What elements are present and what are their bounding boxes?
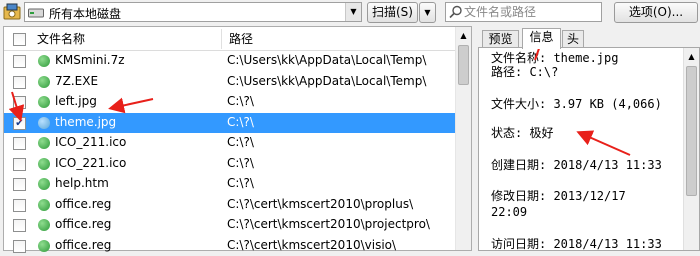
file-name: KMSmini.7z	[55, 53, 125, 67]
table-row[interactable]: ICO_211.ico C:\?\	[4, 133, 456, 154]
info-scrollbar[interactable]: ▲	[683, 48, 699, 250]
table-row[interactable]: office.reg C:\?\cert\kmscert2010\visio\	[4, 236, 456, 256]
table-row[interactable]: KMSmini.7z C:\Users\kk\AppData\Local\Tem…	[4, 51, 456, 72]
drive-icon	[28, 6, 44, 18]
green-circle-file-icon	[38, 219, 50, 231]
scan-dropdown-button[interactable]: ▼	[419, 2, 436, 23]
file-name: office.reg	[55, 197, 111, 211]
row-checkbox[interactable]	[13, 178, 26, 191]
info-path: 路径: C:\?	[491, 66, 558, 80]
scroll-up-arrow-icon[interactable]: ▲	[684, 48, 699, 65]
info-modified: 修改日期: 2013/12/17	[491, 190, 626, 204]
chevron-down-icon[interactable]: ▼	[345, 3, 361, 21]
table-row[interactable]: ICO_221.ico C:\?\	[4, 154, 456, 175]
scan-button[interactable]: 扫描(S)	[367, 2, 418, 23]
row-checkbox-checked[interactable]: ✔	[13, 117, 26, 130]
toolbar: 所有本地磁盘 ▼ 扫描(S) ▼ 选项(O)...	[0, 0, 700, 25]
tab-header[interactable]: 头	[562, 30, 584, 48]
file-path: C:\?\cert\kmscert2010\visio\	[227, 238, 396, 252]
green-circle-file-icon	[38, 158, 50, 170]
green-circle-file-icon	[38, 240, 50, 252]
row-checkbox[interactable]	[13, 76, 26, 89]
green-circle-file-icon	[38, 76, 50, 88]
file-name: theme.jpg	[55, 115, 116, 129]
tab-info[interactable]: 信息	[522, 28, 561, 49]
info-file-name: 文件名称: theme.jpg	[491, 52, 618, 66]
info-panel: 文件名称: theme.jpg 路径: C:\? 文件大小: 3.97 KB (…	[478, 47, 700, 251]
tab-preview[interactable]: 预览	[482, 30, 519, 48]
file-name: 7Z.EXE	[55, 74, 98, 88]
list-header: 文件名称 路径	[4, 27, 456, 51]
drive-select-value: 所有本地磁盘	[49, 5, 121, 22]
file-path: C:\Users\kk\AppData\Local\Temp\	[227, 74, 426, 88]
table-row[interactable]: office.reg C:\?\cert\kmscert2010\proplus…	[4, 195, 456, 216]
table-row[interactable]: office.reg C:\?\cert\kmscert2010\project…	[4, 215, 456, 236]
file-path: C:\?\	[227, 94, 254, 108]
file-list: 文件名称 路径 KMSmini.7z C:\Users\kk\AppData\L…	[3, 26, 472, 251]
row-checkbox[interactable]	[13, 55, 26, 68]
options-button[interactable]: 选项(O)...	[614, 2, 698, 23]
file-name: ICO_221.ico	[55, 156, 126, 170]
search-input[interactable]	[464, 4, 598, 20]
file-name: office.reg	[55, 217, 111, 231]
green-circle-file-icon	[38, 199, 50, 211]
file-path: C:\?\	[227, 115, 254, 129]
recovery-app-icon	[3, 3, 21, 20]
file-path: C:\?\cert\kmscert2010\projectpro\	[227, 217, 430, 231]
column-header-name[interactable]: 文件名称	[37, 27, 85, 51]
column-header-path[interactable]: 路径	[229, 27, 253, 51]
file-path: C:\Users\kk\AppData\Local\Temp\	[227, 53, 426, 67]
row-checkbox[interactable]	[13, 158, 26, 171]
table-row[interactable]: 7Z.EXE C:\Users\kk\AppData\Local\Temp\	[4, 72, 456, 93]
scroll-thumb[interactable]	[458, 45, 469, 85]
green-circle-file-icon	[38, 137, 50, 149]
file-name: office.reg	[55, 238, 111, 252]
table-row[interactable]: help.htm C:\?\	[4, 174, 456, 195]
list-scrollbar[interactable]: ▲	[455, 27, 471, 250]
file-name: ICO_211.ico	[55, 135, 126, 149]
green-circle-file-icon	[38, 55, 50, 67]
file-path: C:\?\cert\kmscert2010\proplus\	[227, 197, 413, 211]
select-all-checkbox[interactable]	[13, 33, 26, 46]
row-checkbox[interactable]	[13, 199, 26, 212]
table-row[interactable]: left.jpg C:\?\	[4, 92, 456, 113]
green-circle-file-icon	[38, 117, 50, 129]
file-name: left.jpg	[55, 94, 97, 108]
chevron-down-icon: ▼	[424, 8, 430, 17]
file-path: C:\?\	[227, 176, 254, 190]
row-checkbox[interactable]	[13, 96, 26, 109]
info-created: 创建日期: 2018/4/13 11:33	[491, 159, 662, 173]
scroll-up-arrow-icon[interactable]: ▲	[456, 27, 471, 44]
drive-select[interactable]: 所有本地磁盘 ▼	[24, 2, 362, 22]
info-file-size: 文件大小: 3.97 KB (4,066)	[491, 98, 662, 112]
preview-tabs: 预览 信息 头	[478, 28, 700, 48]
file-path: C:\?\	[227, 156, 254, 170]
green-circle-file-icon	[38, 96, 50, 108]
file-path: C:\?\	[227, 135, 254, 149]
row-checkbox[interactable]	[13, 137, 26, 150]
info-accessed: 访问日期: 2018/4/13 11:33	[491, 238, 662, 252]
table-row-selected[interactable]: ✔ theme.jpg C:\?\	[4, 113, 456, 134]
column-divider[interactable]	[221, 29, 222, 49]
search-filter-icon	[449, 5, 463, 19]
search-field[interactable]	[445, 2, 602, 22]
file-name: help.htm	[55, 176, 109, 190]
scroll-thumb[interactable]	[686, 66, 697, 196]
info-status: 状态: 极好	[491, 127, 553, 141]
info-modified-time: 22:09	[491, 206, 527, 220]
green-circle-file-icon	[38, 178, 50, 190]
row-checkbox[interactable]	[13, 219, 26, 232]
